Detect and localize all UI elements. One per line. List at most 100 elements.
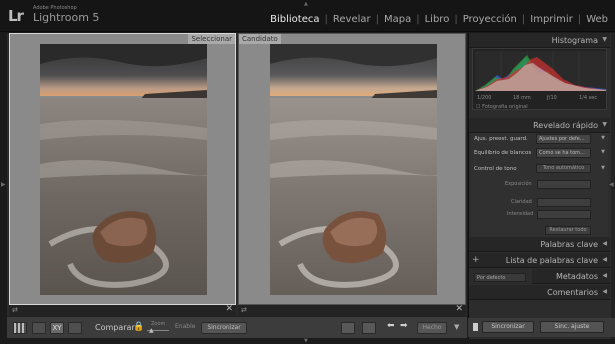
quick-develop-panel: Ajus. preest. guard. Ajustes por defe...… bbox=[471, 133, 608, 245]
right-panel: Histograma ▼ 1/200 18 mm ƒ/10 1/4 sec ☐ … bbox=[468, 33, 615, 339]
lightroom-logo-mark: Lr bbox=[8, 7, 24, 25]
module-picker: Biblioteca | Revelar | Mapa | Libro | Proyec… bbox=[265, 14, 613, 25]
swap-icon[interactable]: ⇄ bbox=[12, 306, 18, 314]
add-keyword-icon[interactable]: + bbox=[472, 255, 480, 265]
enable-label: Enable bbox=[175, 323, 196, 330]
make-select-icon[interactable] bbox=[362, 322, 376, 334]
vibrance-label: Intensidad bbox=[507, 211, 534, 217]
keywords-header[interactable]: Palabras clave ◀ bbox=[469, 237, 610, 252]
module-mapa[interactable]: Mapa bbox=[379, 14, 416, 25]
right-panel-toggle-icon[interactable]: ◀ bbox=[609, 181, 614, 188]
expand-icon: ◀ bbox=[602, 272, 607, 279]
app-name: Lightroom 5 bbox=[33, 11, 100, 24]
select-photo bbox=[40, 44, 207, 295]
expand-icon: ◀ bbox=[602, 288, 607, 295]
comments-header[interactable]: Comentarios ◀ bbox=[469, 285, 610, 300]
swap-images-icon[interactable] bbox=[341, 322, 355, 334]
module-biblioteca[interactable]: Biblioteca bbox=[265, 14, 324, 25]
keyword-list-title: Lista de palabras clave bbox=[505, 256, 598, 265]
histogram-graph bbox=[475, 51, 606, 91]
shutter-value: 1/4 sec bbox=[579, 95, 598, 101]
histogram-header[interactable]: Histograma ▼ bbox=[469, 33, 610, 48]
survey-view-icon[interactable] bbox=[68, 322, 82, 334]
focal-length-value: 18 mm bbox=[513, 95, 531, 101]
candidate-photo bbox=[270, 44, 437, 295]
quick-develop-title: Revelado rápido bbox=[533, 121, 598, 130]
sync-settings-button[interactable]: Sinc. ajuste bbox=[540, 321, 604, 333]
metadata-title: Metadatos bbox=[555, 272, 598, 281]
compare-view-button[interactable]: XY bbox=[50, 322, 64, 334]
collapse-icon[interactable]: ▼ bbox=[601, 165, 605, 171]
candidate-pane[interactable]: Candidato bbox=[238, 33, 466, 305]
tone-control-row: Control de tono Tono automático ▼ bbox=[471, 164, 608, 176]
collapse-top-icon[interactable]: ▲ bbox=[304, 1, 308, 7]
sync-buttons-bar: Sincronizar Sinc. ajuste bbox=[468, 318, 615, 337]
lock-icon[interactable]: 🔒 bbox=[133, 322, 144, 332]
comments-title: Comentarios bbox=[547, 288, 598, 297]
grid-view-icon[interactable] bbox=[13, 322, 27, 334]
select-footer: ⇄ ✕ bbox=[9, 304, 236, 316]
module-revelar[interactable]: Revelar bbox=[328, 14, 376, 25]
tone-control-label: Control de tono bbox=[474, 166, 517, 172]
exposure-label: Exposición bbox=[505, 181, 532, 187]
module-imprimir[interactable]: Imprimir bbox=[525, 14, 578, 25]
clarity-buttons[interactable] bbox=[537, 198, 591, 207]
candidate-footer: ⇄ ✕ bbox=[238, 304, 466, 316]
module-proyeccion[interactable]: Proyección bbox=[458, 14, 522, 25]
toolbar-menu-icon[interactable]: ▼ bbox=[454, 323, 459, 331]
white-balance-label: Equilibrio de blancos bbox=[474, 150, 532, 156]
reset-all-button[interactable]: Restaurar todo bbox=[545, 226, 591, 235]
bottom-toolbar: XY Comparar: 🔒 Zoom ▲ Enable Sincronizar… bbox=[7, 316, 467, 338]
original-photo-label: Fotografía original bbox=[482, 104, 528, 110]
metadata-preset-select[interactable]: Por defecto bbox=[474, 273, 526, 282]
expand-icon[interactable]: ▼ bbox=[601, 135, 605, 141]
module-web[interactable]: Web bbox=[581, 14, 613, 25]
sync-toggle-switch[interactable] bbox=[473, 323, 478, 331]
seascape-image bbox=[270, 44, 437, 295]
saved-preset-value: Ajustes por defe... bbox=[539, 136, 585, 142]
zoom-slider-knob-icon[interactable]: ▲ bbox=[149, 327, 154, 334]
swap-icon[interactable]: ⇄ bbox=[241, 306, 247, 314]
previous-arrow-icon[interactable]: ⬅ bbox=[387, 321, 395, 331]
saved-preset-select[interactable]: Ajustes por defe... bbox=[536, 134, 591, 144]
sync-metadata-button[interactable]: Sincronizar bbox=[482, 321, 534, 333]
histogram: 1/200 18 mm ƒ/10 1/4 sec ☐ Fotografía or… bbox=[472, 48, 607, 110]
loupe-view-icon[interactable] bbox=[32, 322, 46, 334]
white-balance-row: Equilibrio de blancos Como se ha tom... … bbox=[471, 148, 608, 160]
vibrance-buttons[interactable] bbox=[537, 210, 591, 219]
left-panel-toggle-icon[interactable]: ▶ bbox=[1, 181, 6, 188]
saved-preset-row: Ajus. preest. guard. Ajustes por defe...… bbox=[471, 134, 608, 146]
histogram-title: Histograma bbox=[551, 36, 598, 45]
aperture-value: ƒ/10 bbox=[547, 95, 557, 101]
white-balance-value: Como se ha tom... bbox=[539, 150, 585, 156]
compare-view: Seleccionar Candidato ⇄ ✕ ⇄ ✕ bbox=[7, 33, 467, 316]
collapse-filmstrip-icon[interactable]: ▼ bbox=[304, 338, 308, 344]
sync-button[interactable]: Sincronizar bbox=[201, 322, 247, 334]
original-photo-checkbox[interactable]: ☐ Fotografía original bbox=[476, 104, 528, 110]
saved-preset-label: Ajus. preest. guard. bbox=[474, 136, 528, 142]
collapse-icon: ▼ bbox=[602, 121, 607, 128]
quick-develop-header[interactable]: Revelado rápido ▼ bbox=[469, 118, 610, 133]
auto-tone-button[interactable]: Tono automático bbox=[536, 164, 591, 173]
top-bar: Lr Adobe Photoshop Lightroom 5 ▲ Bibliot… bbox=[0, 0, 615, 32]
done-button[interactable]: Hecho bbox=[417, 322, 447, 334]
metadata-header[interactable]: Metadatos ◀ bbox=[532, 269, 610, 284]
close-candidate-icon[interactable]: ✕ bbox=[455, 304, 463, 314]
select-label: Seleccionar bbox=[188, 34, 235, 44]
expand-icon[interactable]: ▼ bbox=[601, 149, 605, 155]
seascape-image bbox=[40, 44, 207, 295]
expand-icon: ◀ bbox=[602, 240, 607, 247]
collapse-icon: ▼ bbox=[602, 36, 607, 43]
next-arrow-icon[interactable]: ➡ bbox=[400, 321, 408, 331]
clarity-label: Claridad bbox=[511, 199, 532, 205]
keyword-list-header[interactable]: + Lista de palabras clave ◀ bbox=[469, 253, 610, 268]
white-balance-select[interactable]: Como se ha tom... bbox=[536, 148, 591, 158]
close-select-icon[interactable]: ✕ bbox=[225, 304, 233, 314]
select-pane[interactable]: Seleccionar bbox=[9, 33, 236, 305]
compare-label: Comparar: bbox=[95, 323, 138, 332]
module-libro[interactable]: Libro bbox=[420, 14, 455, 25]
candidate-label: Candidato bbox=[239, 34, 281, 44]
expand-icon: ◀ bbox=[602, 256, 607, 263]
iso-value: 1/200 bbox=[477, 95, 492, 101]
exposure-buttons[interactable] bbox=[537, 180, 591, 189]
